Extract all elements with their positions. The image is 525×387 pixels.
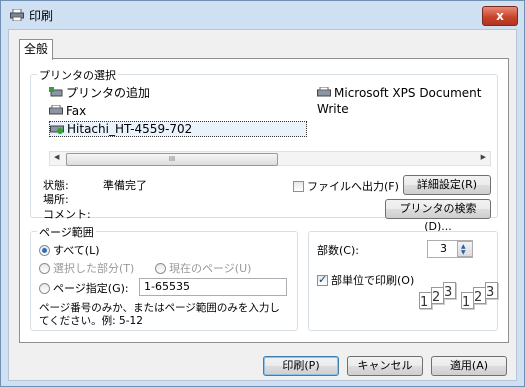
add-printer-icon — [49, 87, 63, 97]
radio-all-indicator[interactable] — [39, 245, 50, 256]
radio-current-page[interactable]: 現在のページ(U) — [155, 260, 251, 276]
find-printer-button[interactable]: プリンタの検索(D)... — [385, 199, 491, 233]
radio-all-pages[interactable]: すべて(L) — [39, 242, 100, 258]
radio-all-label: すべて(L) — [53, 244, 100, 257]
radio-pages[interactable]: ページ指定(G): — [39, 280, 129, 296]
collate-label: 部単位で印刷(O) — [331, 274, 415, 287]
fax-icon — [49, 105, 63, 115]
close-button[interactable]: x — [482, 6, 518, 26]
radio-selection-indicator[interactable] — [39, 263, 50, 274]
printer-selection-group: プリンタの選択 プリンタの追加 Fax Hitachi_HT-4559-702 … — [30, 67, 498, 233]
location-label: 場所: — [43, 193, 69, 206]
print-dialog: 印刷 x 全般 プリンタの選択 プリンタの追加 Fax Hitachi_HT-4… — [0, 0, 525, 387]
printer-icon — [10, 9, 24, 21]
printer-list-scrollbar[interactable]: ◀ III ▶ — [49, 151, 491, 166]
default-printer-icon — [50, 125, 64, 134]
scroll-thumb[interactable]: III — [66, 153, 278, 166]
tab-general[interactable]: 全般 — [19, 39, 53, 60]
status-value: 準備完了 — [103, 179, 147, 192]
scroll-left-icon[interactable]: ◀ — [54, 153, 59, 161]
comment-label: コメント: — [43, 208, 91, 221]
print-button[interactable]: 印刷(P) — [263, 356, 339, 376]
collate-page-number: 1 — [462, 295, 471, 310]
printer-item-label: Fax — [66, 104, 87, 118]
printer-icon — [317, 87, 331, 97]
page-range-help-line2: てください。例: 5-12 — [39, 315, 143, 327]
page-range-group: ページ範囲 すべて(L) 選択した部分(T) 現在のページ(U) ページ指定(G… — [30, 224, 298, 331]
copies-group: 部数(C): 3 ▲ ▼ 部単位で印刷(O) 1 2 3 — [308, 231, 498, 331]
spin-down-icon[interactable]: ▼ — [461, 249, 466, 256]
collate-page-number: 3 — [444, 285, 453, 300]
tab-page-general: プリンタの選択 プリンタの追加 Fax Hitachi_HT-4559-702 … — [19, 58, 509, 343]
collate-page-number: 3 — [486, 285, 495, 300]
printer-item-add[interactable]: プリンタの追加 — [49, 85, 150, 101]
radio-selection[interactable]: 選択した部分(T) — [39, 260, 134, 276]
printer-item-label: プリンタの追加 — [66, 86, 151, 100]
title-bar: 印刷 x — [1, 1, 524, 29]
print-to-file-box[interactable] — [293, 181, 304, 192]
scroll-right-icon[interactable]: ▶ — [481, 153, 486, 161]
collate-checkbox[interactable]: 部単位で印刷(O) — [317, 272, 414, 288]
radio-selection-label: 選択した部分(T) — [53, 262, 135, 275]
page-range-label: ページ範囲 — [37, 224, 96, 240]
printer-item-xps[interactable]: Microsoft XPS Document Write — [317, 85, 485, 116]
radio-pages-indicator[interactable] — [39, 283, 50, 294]
preferences-button[interactable]: 詳細設定(R) — [403, 175, 491, 195]
dialog-body: 全般 プリンタの選択 プリンタの追加 Fax Hitachi_HT-4559-7… — [8, 29, 517, 381]
printer-list[interactable]: プリンタの追加 Fax Hitachi_HT-4559-702 Microsof… — [49, 85, 485, 143]
cancel-button[interactable]: キャンセル — [347, 356, 423, 376]
printer-item-hitachi[interactable]: Hitachi_HT-4559-702 — [49, 121, 307, 137]
copies-label: 部数(C): — [317, 244, 359, 257]
collate-page-number: 1 — [420, 295, 429, 310]
printer-selection-label: プリンタの選択 — [37, 67, 118, 83]
radio-current-indicator[interactable] — [155, 263, 166, 274]
radio-current-label: 現在のページ(U) — [169, 262, 252, 275]
print-to-file-label: ファイルへ出力(F) — [307, 180, 399, 193]
printer-item-label: Hitachi_HT-4559-702 — [67, 122, 193, 136]
collate-page-number: 2 — [474, 290, 483, 305]
printer-item-label: Microsoft XPS Document Write — [317, 86, 482, 116]
apply-button[interactable]: 適用(A) — [431, 356, 507, 376]
copies-spinner[interactable]: ▲ ▼ — [457, 241, 473, 257]
printer-item-fax[interactable]: Fax — [49, 103, 86, 119]
window-title: 印刷 — [29, 9, 54, 23]
collate-box[interactable] — [317, 273, 328, 286]
collate-page-number: 2 — [432, 290, 441, 305]
radio-pages-label: ページ指定(G): — [53, 282, 129, 295]
print-to-file-checkbox[interactable]: ファイルへ出力(F) — [293, 178, 399, 194]
pages-input[interactable]: 1-65535 — [139, 278, 287, 296]
